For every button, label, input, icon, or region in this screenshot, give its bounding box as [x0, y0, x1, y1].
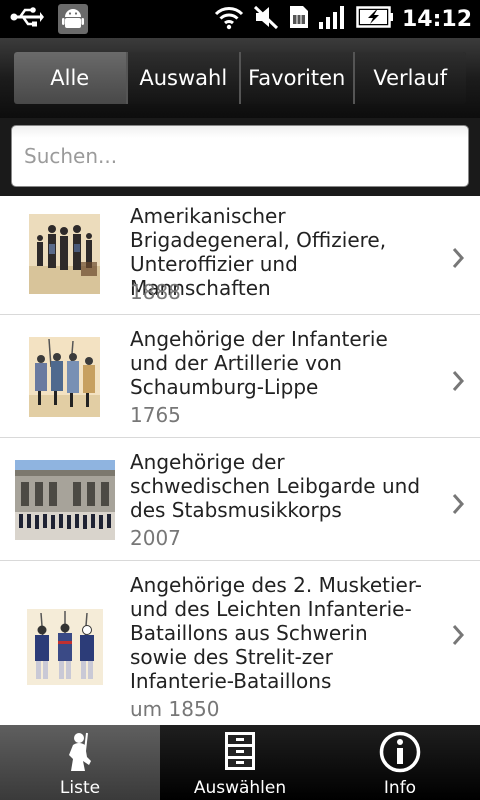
list-item[interactable]: Amerikanischer Brigadegeneral, Offiziere… — [0, 196, 480, 315]
battery-charging-icon — [356, 5, 394, 33]
item-thumbnail — [27, 609, 103, 685]
search-input[interactable] — [11, 125, 469, 187]
segmented-tabs: Alle Auswahl Favoriten Verlauf — [14, 52, 466, 104]
nav-liste[interactable]: Liste — [0, 725, 160, 800]
item-thumbnail — [29, 337, 100, 417]
item-year: 1765 — [130, 403, 181, 427]
nav-info-label: Info — [383, 778, 417, 798]
list-soldier-icon — [63, 731, 97, 775]
nav-info[interactable]: Info — [320, 725, 480, 800]
tab-verlauf[interactable]: Verlauf — [352, 52, 466, 104]
chevron-right-icon — [452, 625, 465, 645]
item-title: Angehörige der Infanterie und der Artill… — [130, 327, 388, 399]
item-year: 1888 — [130, 280, 181, 304]
android-debug-icon — [58, 4, 88, 34]
item-year: um 1850 — [130, 697, 220, 721]
wifi-icon — [214, 4, 244, 34]
nav-liste-label: Liste — [59, 778, 101, 798]
tab-auswahl[interactable]: Auswahl — [125, 52, 239, 104]
status-bar-left — [10, 4, 88, 34]
item-thumbnail — [15, 460, 115, 540]
search-bar — [0, 118, 480, 196]
status-bar: 14:12 — [0, 0, 480, 38]
list-item[interactable]: Angehörige des 2. Musketier- und des Lei… — [0, 561, 480, 725]
info-icon — [379, 731, 421, 777]
tab-alle[interactable]: Alle — [14, 52, 126, 104]
cabinet-icon — [224, 731, 256, 775]
clock-time: 14:12 — [401, 6, 472, 32]
item-year: 2007 — [130, 526, 181, 550]
item-thumbnail — [29, 214, 100, 294]
tab-bar: Alle Auswahl Favoriten Verlauf — [0, 38, 480, 118]
item-title: Angehörige des 2. Musketier- und des Lei… — [130, 573, 423, 693]
list-item[interactable]: Angehörige der schwedischen Leibgarde un… — [0, 438, 480, 561]
sim-icon — [288, 4, 310, 34]
signal-icon — [318, 4, 348, 34]
tab-favoriten[interactable]: Favoriten — [239, 52, 353, 104]
item-title: Angehörige der schwedischen Leibgarde un… — [130, 450, 421, 522]
status-bar-right: 14:12 — [214, 4, 472, 34]
bottom-nav: Liste Auswählen Info — [0, 725, 480, 800]
chevron-right-icon — [452, 371, 465, 391]
list-item[interactable]: Angehörige der Infanterie und der Artill… — [0, 315, 480, 438]
mute-icon — [252, 4, 280, 34]
nav-auswaehlen-label: Auswählen — [193, 778, 287, 798]
usb-icon — [10, 6, 44, 32]
chevron-right-icon — [452, 248, 465, 268]
chevron-right-icon — [452, 494, 465, 514]
nav-auswaehlen[interactable]: Auswählen — [160, 725, 320, 800]
item-list: Amerikanischer Brigadegeneral, Offiziere… — [0, 196, 480, 725]
